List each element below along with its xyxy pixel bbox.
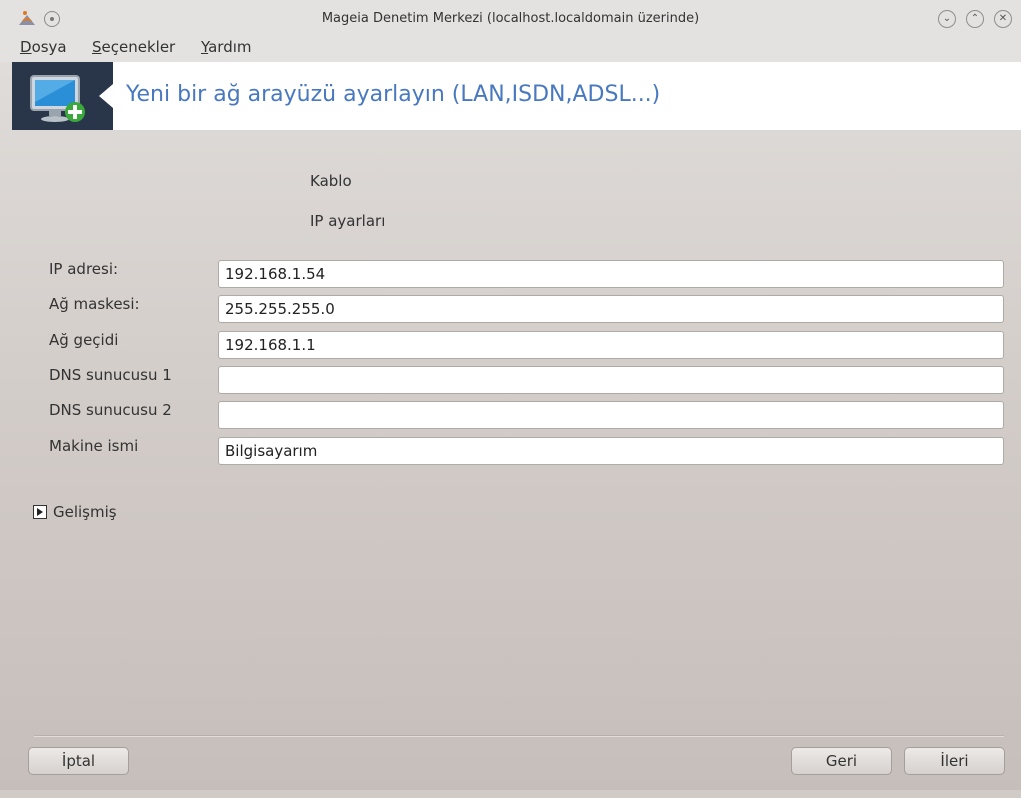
network-monitor-add-icon — [30, 75, 85, 122]
window-title: Mageia Denetim Merkezi (localhost.locald… — [321, 11, 700, 26]
menu-bar: Dosya Seçenekler Yardım — [0, 38, 1021, 62]
netmask-label: Ağ maskesi: — [49, 295, 140, 313]
page-title: Yeni bir ağ arayüzü ayarlayın (LAN,ISDN,… — [126, 82, 661, 107]
header-banner: Yeni bir ağ arayüzü ayarlayın (LAN,ISDN,… — [12, 62, 1021, 130]
wizard-content: Kablo IP ayarları IP adresi: 192.168.1.5… — [12, 130, 1021, 798]
advanced-label: Gelişmiş — [53, 503, 117, 521]
dns2-label: DNS sunucusu 2 — [49, 401, 172, 419]
button-separator — [34, 735, 1004, 737]
close-button[interactable]: ✕ — [994, 10, 1012, 28]
banner-notch — [99, 84, 113, 108]
dns2-field[interactable] — [218, 401, 1004, 429]
menu-options[interactable]: Seçenekler — [92, 38, 175, 56]
ip-address-label: IP adresi: — [49, 260, 119, 278]
dns1-field[interactable] — [218, 366, 1004, 394]
gateway-field[interactable]: 192.168.1.1 — [218, 331, 1004, 359]
banner-icon-area — [12, 62, 113, 130]
advanced-expander[interactable]: Gelişmiş — [33, 503, 117, 521]
maximize-button[interactable]: ⌃ — [966, 10, 984, 28]
back-button[interactable]: Geri — [791, 747, 892, 775]
title-bar: Mageia Denetim Merkezi (localhost.locald… — [0, 0, 1021, 38]
minimize-button[interactable]: ⌄ — [938, 10, 956, 28]
expand-arrow-icon[interactable] — [33, 505, 47, 519]
main-window: Mageia Denetim Merkezi (localhost.locald… — [0, 0, 1021, 798]
hostname-label: Makine ismi — [49, 437, 139, 455]
gateway-label: Ağ geçidi — [49, 331, 119, 349]
section-ip-settings-label: IP ayarları — [310, 212, 386, 230]
netmask-field[interactable]: 255.255.255.0 — [218, 295, 1004, 323]
section-cable-label: Kablo — [310, 172, 352, 190]
dns1-label: DNS sunucusu 1 — [49, 366, 172, 384]
cancel-button[interactable]: İptal — [28, 747, 129, 775]
menu-file[interactable]: Dosya — [20, 38, 67, 56]
window-bottom-edge — [0, 790, 1021, 798]
ip-address-field[interactable]: 192.168.1.54 — [218, 260, 1004, 288]
menu-help[interactable]: Yardım — [201, 38, 252, 56]
hostname-field[interactable]: Bilgisayarım — [218, 437, 1004, 465]
next-button[interactable]: İleri — [904, 747, 1005, 775]
